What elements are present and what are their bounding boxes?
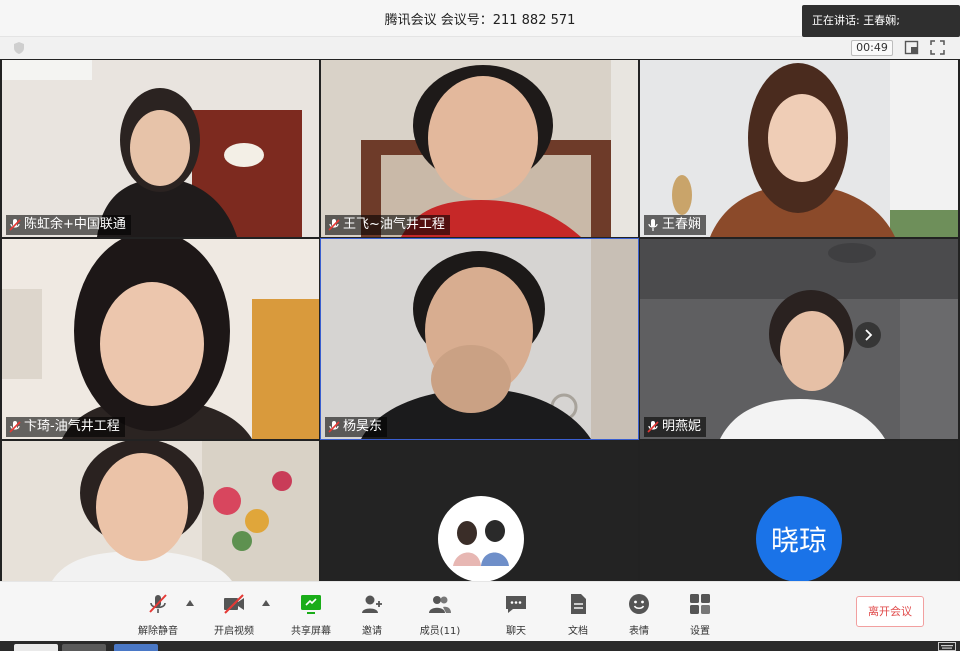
video-feed [640,60,958,237]
video-off-icon [224,594,244,614]
chat-label: 聊天 [506,626,526,637]
mic-muted-icon [328,219,340,231]
video-feed [321,60,638,237]
participant-name-tag: 王飞~油气井工程 [325,215,450,235]
chat-button[interactable]: 聊天 [486,592,546,638]
video-feed [321,239,638,439]
fullscreen-icon[interactable] [930,40,945,55]
avatar [438,496,524,581]
keyboard-icon[interactable] [938,642,956,651]
participant-name-tag: 杨昊东 [325,417,388,437]
speaking-toast: 正在讲话: 王春娴; [802,5,960,37]
unmute-button[interactable]: 解除静音 [128,592,188,638]
unmute-label: 解除静音 [138,626,178,637]
emoji-icon [629,594,649,614]
invite-button[interactable]: 邀请 [342,592,402,638]
start-video-button[interactable]: 开启视频 [204,592,264,638]
taskbar-app[interactable] [114,644,158,651]
emoji-label: 表情 [629,626,649,637]
video-tile[interactable]: 卞琦-油气井工程 [2,239,319,439]
invite-user-icon [362,595,382,613]
video-tile[interactable] [2,441,319,581]
leave-meeting-button[interactable]: 离开会议 [856,596,924,627]
chevron-right-icon [865,329,873,341]
members-label: 成员(11) [419,626,461,637]
video-tile[interactable] [321,441,638,581]
layout-icon[interactable] [904,40,919,55]
mic-muted-icon [647,421,659,433]
documents-label: 文档 [568,626,588,637]
settings-button[interactable]: 设置 [670,592,730,638]
video-feed [2,441,319,581]
participant-name-tag: 王春娴 [644,215,707,235]
chat-bubble-icon [506,596,526,613]
video-tile[interactable]: 王春娴 [640,60,958,237]
mic-active-icon [648,219,658,231]
document-icon [571,594,586,614]
taskbar-app[interactable] [14,644,58,651]
mic-muted-icon [328,421,340,433]
video-grid: 陈虹余+中国联通 王飞~油气井工程 王春娴 卞琦-油气井工程 杨昊东 明燕妮 晓… [0,59,960,581]
video-feed [640,239,958,439]
video-tile[interactable]: 晓琼 [640,441,958,581]
participant-name-tag: 明燕妮 [644,417,707,437]
taskbar-app[interactable] [62,644,106,651]
invite-label: 邀请 [362,626,382,637]
title-bar: 腾讯会议 会议号：211 882 571 正在讲话: 王春娴; [0,0,960,37]
mic-muted-icon [149,594,167,613]
avatar-initials: 晓琼 [771,524,827,557]
video-tile[interactable]: 陈虹余+中国联通 [2,60,319,237]
avatar: 晓琼 [756,496,842,581]
settings-grid-icon [690,594,710,614]
participant-name: 卞琦-油气井工程 [24,419,120,434]
participant-name: 陈虹余+中国联通 [24,217,126,232]
settings-label: 设置 [690,626,710,637]
participant-name: 杨昊东 [343,419,383,434]
video-feed [2,60,319,237]
start-video-label: 开启视频 [214,626,254,637]
video-feed [2,239,319,439]
video-tile-active-speaker[interactable]: 杨昊东 [320,238,639,440]
documents-button[interactable]: 文档 [548,592,608,638]
emoji-button[interactable]: 表情 [609,592,669,638]
meeting-toolbar: 解除静音 开启视频 共享屏幕 邀请 成员(11) 聊天 文档 表情 设置 离开会… [0,581,960,641]
video-tile[interactable]: 明燕妮 [640,239,958,439]
video-tile[interactable]: 王飞~油气井工程 [321,60,638,237]
video-options-caret-icon[interactable] [262,600,270,606]
participant-name: 明燕妮 [662,419,702,434]
meeting-timer: 00:49 [851,40,893,56]
share-screen-button[interactable]: 共享屏幕 [281,592,341,638]
participant-name: 王飞~油气井工程 [343,217,445,232]
next-page-button[interactable] [855,322,881,348]
mic-muted-icon [9,219,21,231]
meeting-info-bar: 00:49 [0,37,960,59]
participant-name: 王春娴 [662,217,702,232]
audio-options-caret-icon[interactable] [186,600,194,606]
participant-name-tag: 卞琦-油气井工程 [6,417,125,437]
members-icon [429,596,451,613]
share-screen-icon [301,595,321,614]
mic-muted-icon [9,421,21,433]
shield-icon[interactable] [12,41,26,55]
share-screen-label: 共享屏幕 [291,626,331,637]
members-button[interactable]: 成员(11) [410,592,470,638]
os-taskbar [0,641,960,651]
participant-name-tag: 陈虹余+中国联通 [6,215,131,235]
